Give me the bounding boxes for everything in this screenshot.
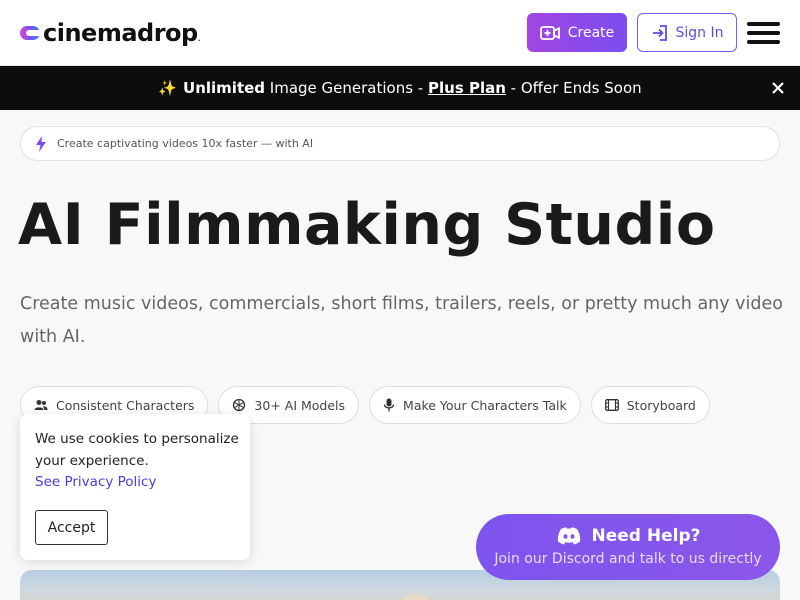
microphone-icon (383, 398, 395, 412)
sparkles-icon: ✨ (158, 79, 178, 97)
discord-icon (557, 527, 580, 545)
logo[interactable]: cinemadrop . (20, 18, 201, 48)
help-heading: Need Help? (476, 526, 780, 546)
promo-text: Image Generations - (265, 79, 428, 97)
page-title: AI Filmmaking Studio (18, 192, 716, 258)
create-label: Create (567, 24, 615, 41)
menu-icon[interactable] (747, 20, 781, 46)
cookie-text: We use cookies to personalize your exper… (35, 431, 239, 469)
sign-in-icon (652, 24, 667, 41)
sign-in-label: Sign In (675, 24, 724, 41)
tagline-text: Create captivating videos 10x faster — w… (57, 137, 314, 150)
chip-label: Make Your Characters Talk (403, 397, 567, 413)
tagline-pill: Create captivating videos 10x faster — w… (20, 126, 780, 161)
promo-unlimited: Unlimited (183, 79, 266, 97)
logo-dot: . (197, 33, 201, 44)
chip-make-characters-talk[interactable]: Make Your Characters Talk (369, 386, 581, 424)
film-icon (604, 399, 619, 411)
cookie-banner: We use cookies to personalize your exper… (20, 414, 250, 560)
logo-text: cinemadrop (43, 19, 198, 47)
help-subtitle: Join our Discord and talk to us directly (494, 551, 762, 567)
lightning-icon (36, 135, 46, 152)
chip-label: Consistent Characters (56, 397, 195, 413)
logo-mark-icon (20, 26, 40, 40)
privacy-policy-link[interactable]: See Privacy Policy (35, 471, 156, 493)
video-add-icon (539, 25, 560, 40)
create-button[interactable]: Create (527, 13, 627, 52)
discord-help-widget[interactable]: Need Help? Join our Discord and talk to … (476, 514, 780, 580)
promo-offer-text: - Offer Ends Soon (505, 79, 642, 97)
accept-cookies-button[interactable]: Accept (35, 510, 108, 545)
users-icon (34, 400, 48, 410)
openai-icon (233, 398, 246, 412)
chip-storyboard[interactable]: Storyboard (590, 386, 710, 424)
site-header: cinemadrop . Create Sign In (0, 0, 800, 66)
close-icon[interactable] (768, 78, 788, 98)
help-title: Need Help? (591, 526, 701, 546)
plus-plan-link[interactable]: Plus Plan (428, 79, 506, 97)
promo-banner: ✨ Unlimited Image Generations - Plus Pla… (0, 66, 800, 110)
page-subtitle: Create music videos, commercials, short … (20, 294, 783, 347)
chip-label: 30+ AI Models (254, 397, 346, 413)
sign-in-button[interactable]: Sign In (637, 13, 737, 52)
chip-label: Storyboard (626, 397, 696, 413)
